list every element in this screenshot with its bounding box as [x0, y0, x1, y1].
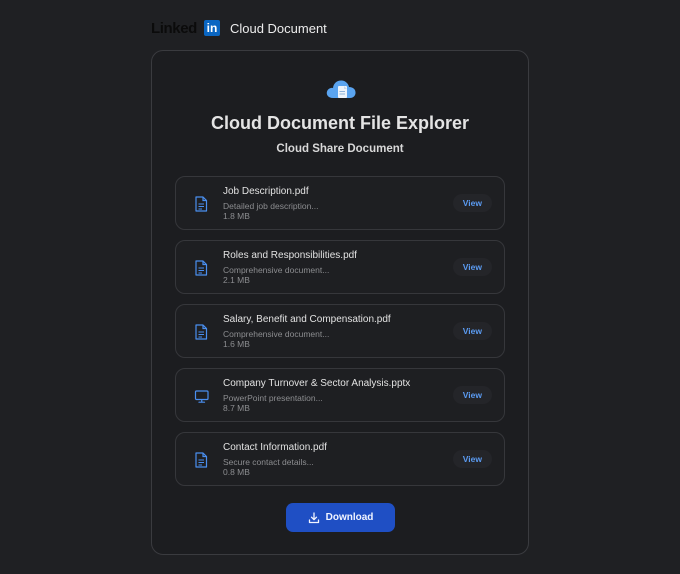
file-explorer-card: Cloud Document File Explorer Cloud Share… [151, 50, 529, 555]
file-size: 1.6 MB [223, 339, 250, 349]
view-button[interactable]: View [452, 386, 492, 404]
file-item-roles-responsibilities[interactable]: Roles and Responsibilities.pdf Comprehen… [175, 240, 505, 294]
file-name: Job Description.pdf [223, 186, 309, 197]
download-label: Download [325, 512, 374, 523]
document-icon [195, 324, 208, 340]
file-name: Roles and Responsibilities.pdf [223, 250, 357, 261]
file-list: Job Description.pdf Detailed job descrip… [175, 176, 505, 496]
view-button[interactable]: View [452, 258, 492, 276]
file-description: Comprehensive document... [223, 329, 330, 339]
monitor-icon [194, 390, 209, 403]
file-name: Salary, Benefit and Compensation.pdf [223, 314, 391, 325]
file-item-job-description[interactable]: Job Description.pdf Detailed job descrip… [175, 176, 505, 230]
document-icon [195, 452, 208, 468]
file-item-company-turnover[interactable]: Company Turnover & Sector Analysis.pptx … [175, 368, 505, 422]
page-title: Cloud Document File Explorer [210, 113, 470, 133]
document-icon [195, 260, 208, 276]
linkedin-logo-icon: in [203, 20, 220, 36]
cloud-document-icon [325, 76, 357, 104]
file-size: 2.1 MB [223, 275, 250, 285]
file-item-contact-information[interactable]: Contact Information.pdf Secure contact d… [175, 432, 505, 486]
file-description: Comprehensive document... [223, 265, 330, 275]
download-button[interactable]: Download [286, 503, 395, 532]
file-name: Company Turnover & Sector Analysis.pptx [223, 378, 411, 389]
view-button[interactable]: View [452, 322, 492, 340]
file-description: Detailed job description... [223, 201, 319, 211]
download-icon [308, 511, 319, 523]
header: Linked in Cloud Document [151, 17, 327, 39]
file-description: PowerPoint presentation... [223, 393, 323, 403]
header-title: Cloud Document [229, 20, 327, 36]
file-size: 0.8 MB [223, 467, 250, 477]
view-button[interactable]: View [452, 450, 492, 468]
linkedin-logo-word: Linked [151, 19, 197, 37]
file-size: 8.7 MB [223, 403, 250, 413]
view-button[interactable]: View [452, 194, 492, 212]
file-size: 1.8 MB [223, 211, 250, 221]
file-name: Contact Information.pdf [223, 442, 327, 453]
file-description: Secure contact details... [223, 457, 314, 467]
file-item-salary-benefit[interactable]: Salary, Benefit and Compensation.pdf Com… [175, 304, 505, 358]
page-subtitle: Cloud Share Document [276, 143, 404, 155]
document-icon [195, 196, 208, 212]
